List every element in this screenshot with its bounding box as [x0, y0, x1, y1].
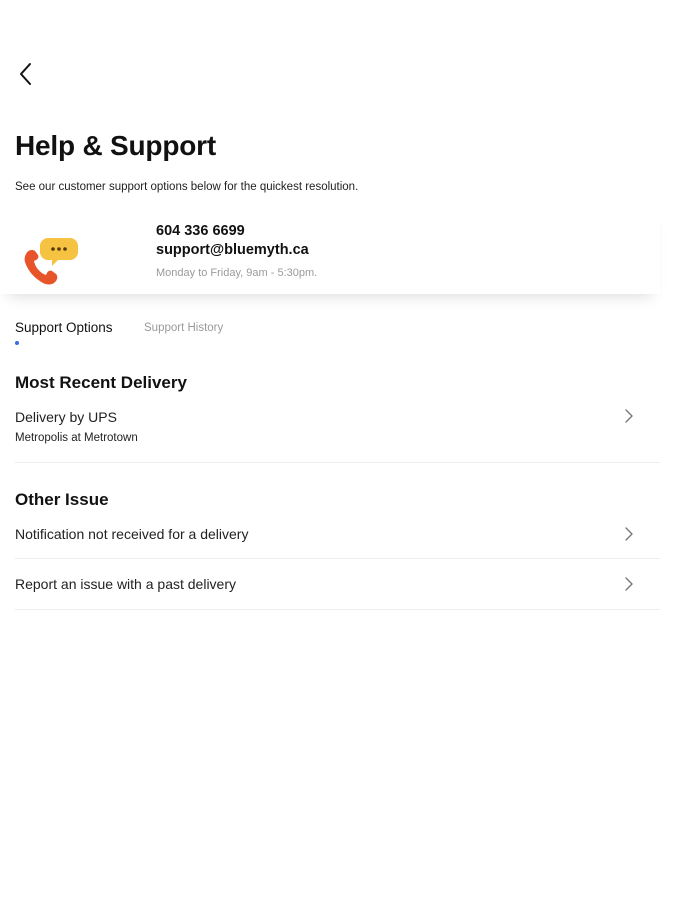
list-item-recent-delivery[interactable]: Delivery by UPS Metropolis at Metrotown: [15, 400, 660, 463]
support-phone-number[interactable]: 604 336 6699: [156, 222, 245, 240]
page-title: Help & Support: [15, 130, 216, 161]
phone-chat-icon: [24, 238, 78, 285]
chevron-left-icon: [20, 63, 31, 85]
active-tab-indicator: [15, 341, 19, 345]
tab-support-options[interactable]: Support Options: [15, 318, 113, 338]
list-item-past-delivery-issue[interactable]: Report an issue with a past delivery: [15, 559, 660, 610]
chevron-right-icon: [625, 409, 633, 423]
list-item-title: Report an issue with a past delivery: [15, 576, 236, 592]
back-button[interactable]: [12, 60, 40, 88]
section-title-other-issue: Other Issue: [15, 490, 109, 509]
chevron-right-icon: [625, 527, 633, 541]
list-item-notification-issue[interactable]: Notification not received for a delivery: [15, 514, 660, 559]
list-item-subtitle: Metropolis at Metrotown: [15, 432, 138, 444]
list-item-title: Notification not received for a delivery: [15, 526, 249, 542]
contact-card: 604 336 6699 support@bluemyth.ca Monday …: [0, 206, 660, 294]
chevron-right-icon: [625, 577, 633, 591]
section-title-recent-delivery: Most Recent Delivery: [15, 373, 187, 392]
support-email[interactable]: support@bluemyth.ca: [156, 241, 309, 259]
list-item-title: Delivery by UPS: [15, 409, 117, 425]
support-hours: Monday to Friday, 9am - 5:30pm.: [156, 267, 318, 279]
page-subtitle: See our customer support options below f…: [15, 181, 359, 193]
tab-support-history[interactable]: Support History: [144, 318, 223, 338]
